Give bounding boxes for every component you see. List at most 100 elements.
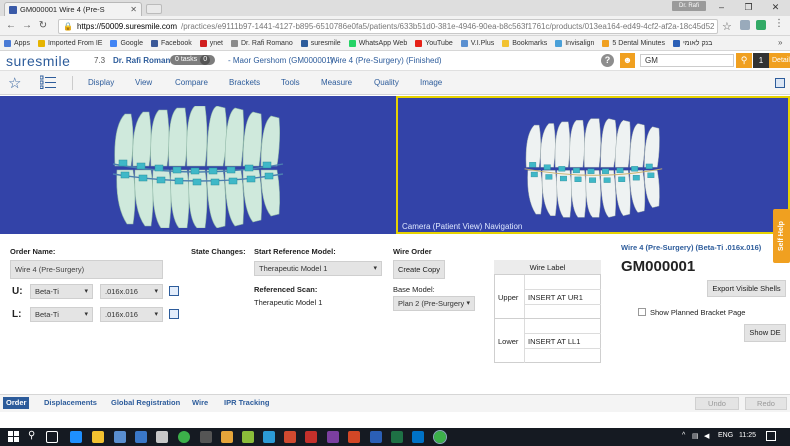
app-icon[interactable]	[221, 431, 233, 443]
favorite-star-icon[interactable]: ☆	[8, 74, 21, 92]
create-copy-button[interactable]: Create Copy	[393, 260, 445, 279]
app-icon[interactable]	[156, 431, 168, 443]
menu-quality[interactable]: Quality	[374, 78, 399, 87]
wire-label-lower-value[interactable]: INSERT AT LL1	[524, 337, 601, 346]
viewer-3d-right[interactable]	[396, 96, 790, 234]
user-icon[interactable]: ☻	[620, 53, 635, 68]
app-icon[interactable]	[305, 431, 317, 443]
reload-icon[interactable]: ↻	[36, 19, 50, 33]
app-icon[interactable]	[263, 431, 275, 443]
bookmark-item[interactable]: Imported From IE	[37, 39, 102, 47]
bookmark-item[interactable]: Facebook	[151, 39, 192, 47]
word-icon[interactable]	[370, 431, 382, 443]
outlook-icon[interactable]	[412, 431, 424, 443]
task-view-icon[interactable]	[46, 431, 58, 443]
back-arrow-icon[interactable]: ←	[4, 19, 18, 33]
bookmark-item[interactable]: WhatsApp Web	[348, 39, 407, 47]
extension-icon[interactable]	[740, 20, 750, 30]
upper-material-select[interactable]: Beta-Ti ▾	[30, 284, 93, 299]
store-icon[interactable]	[114, 431, 126, 443]
bookmark-item[interactable]: Apps	[4, 39, 30, 47]
export-visible-shells-button[interactable]: Export Visible Shells	[707, 280, 786, 297]
bookmark-item[interactable]: suresmile	[300, 39, 341, 47]
restore-icon[interactable]: ❐	[735, 0, 762, 14]
tasks-badge[interactable]: 0 tasks 0	[170, 55, 216, 65]
tab-global-registration[interactable]: Global Registration	[108, 397, 183, 409]
undo-button[interactable]: Undo	[695, 397, 739, 410]
bookmark-star-icon[interactable]: ☆	[722, 20, 732, 33]
wire-crumb[interactable]: Wire 4 (Pre-Surgery) (Finished)	[330, 56, 442, 65]
menu-view[interactable]: View	[135, 78, 152, 87]
patient-search-input[interactable]: GM	[640, 54, 734, 67]
menu-tools[interactable]: Tools	[281, 78, 300, 87]
menu-image[interactable]: Image	[420, 78, 442, 87]
more-bookmarks-icon[interactable]: »	[778, 38, 782, 47]
menu-brackets[interactable]: Brackets	[229, 78, 260, 87]
tab-displacements[interactable]: Displacements	[41, 397, 100, 409]
upper-size-select[interactable]: .016x.016 ▾	[100, 284, 163, 299]
menu-measure[interactable]: Measure	[321, 78, 352, 87]
patient-crumb[interactable]: - Maor Gershom (GM000001) -	[228, 56, 338, 65]
app-icon[interactable]	[200, 431, 212, 443]
lower-size-select[interactable]: .016x.016 ▾	[100, 307, 163, 322]
bookmark-item[interactable]: 5 Dental Minutes	[602, 39, 665, 47]
network-icon[interactable]: ▤	[692, 432, 699, 440]
base-model-select[interactable]: Plan 2 (Pre-Surgery) ▾	[393, 296, 475, 311]
show-de-button[interactable]: Show DE	[744, 324, 786, 342]
mail-icon[interactable]	[135, 431, 147, 443]
tab-close-icon[interactable]: ✕	[130, 5, 137, 14]
wire-label-upper-value[interactable]: INSERT AT UR1	[524, 293, 601, 302]
excel-icon[interactable]	[391, 431, 403, 443]
url-bar[interactable]: 🔒 https://50009.suresmile.com/practices/…	[58, 19, 718, 34]
browser-menu-icon[interactable]: ⋮	[774, 18, 784, 29]
lower-material-select[interactable]: Beta-Ti ▾	[30, 307, 93, 322]
start-reference-select[interactable]: Therapeutic Model 1 ▾	[254, 261, 382, 276]
search-icon[interactable]: ⚲	[28, 430, 35, 441]
bookmark-item[interactable]: V.I.Plus	[460, 39, 494, 47]
forward-arrow-icon[interactable]: →	[20, 19, 34, 33]
help-icon[interactable]: ?	[601, 54, 614, 67]
checklist-icon[interactable]	[40, 75, 56, 89]
app-icon[interactable]	[242, 431, 254, 443]
bookmark-item[interactable]: Google	[110, 39, 143, 47]
tray-up-icon[interactable]: ^	[682, 432, 685, 439]
chrome-icon[interactable]	[178, 431, 190, 443]
menu-compare[interactable]: Compare	[175, 78, 208, 87]
upper-wire-image-icon[interactable]	[169, 286, 179, 296]
app-icon[interactable]	[284, 431, 296, 443]
lower-wire-image-icon[interactable]	[169, 309, 179, 319]
app-icon[interactable]	[327, 431, 339, 443]
order-name-input[interactable]: Wire 4 (Pre-Surgery)	[10, 260, 163, 279]
chrome-active-icon[interactable]	[433, 430, 447, 444]
redo-button[interactable]: Redo	[745, 397, 787, 410]
volume-icon[interactable]: ◀	[704, 432, 709, 440]
search-icon[interactable]: ⚲	[736, 53, 752, 68]
close-window-icon[interactable]: ✕	[762, 0, 789, 14]
bookmark-item[interactable]: ynet	[199, 39, 223, 47]
minimize-icon[interactable]: –	[708, 0, 735, 14]
new-tab-button[interactable]	[146, 4, 162, 14]
viewer-3d-left[interactable]	[0, 96, 396, 234]
tab-order[interactable]: Order	[3, 397, 30, 409]
tab-ipr-tracking[interactable]: IPR Tracking	[221, 397, 272, 409]
bookmark-item[interactable]: Bookmarks	[502, 39, 547, 47]
details-button[interactable]: Details	[769, 53, 790, 68]
doctor-name[interactable]: Dr. Rafi Romano	[113, 56, 175, 65]
self-help-tab[interactable]: Self Help	[773, 209, 790, 263]
browser-tab[interactable]: GM000001 Wire 4 (Pre-S ✕	[4, 2, 142, 16]
edge-icon[interactable]	[70, 431, 82, 443]
profile-button[interactable]: Dr. Rafi	[672, 1, 706, 11]
show-planned-bracket-checkbox[interactable]	[638, 308, 646, 316]
bookmark-item[interactable]: YouTube	[415, 39, 453, 47]
tab-wire[interactable]: Wire	[189, 397, 211, 409]
panel-toggle-icon[interactable]	[775, 78, 785, 88]
bookmark-item[interactable]: Dr. Rafi Romano	[231, 39, 293, 47]
windows-start-icon[interactable]	[8, 431, 19, 442]
language-indicator[interactable]: ENG	[718, 432, 733, 439]
notification-icon[interactable]	[766, 431, 776, 441]
bookmark-item[interactable]: בנק לאומי	[672, 39, 712, 47]
folder-icon[interactable]	[92, 431, 104, 443]
taskbar-clock[interactable]: 11:25	[739, 432, 756, 439]
menu-display[interactable]: Display	[88, 78, 114, 87]
extension-icon[interactable]	[756, 20, 766, 30]
